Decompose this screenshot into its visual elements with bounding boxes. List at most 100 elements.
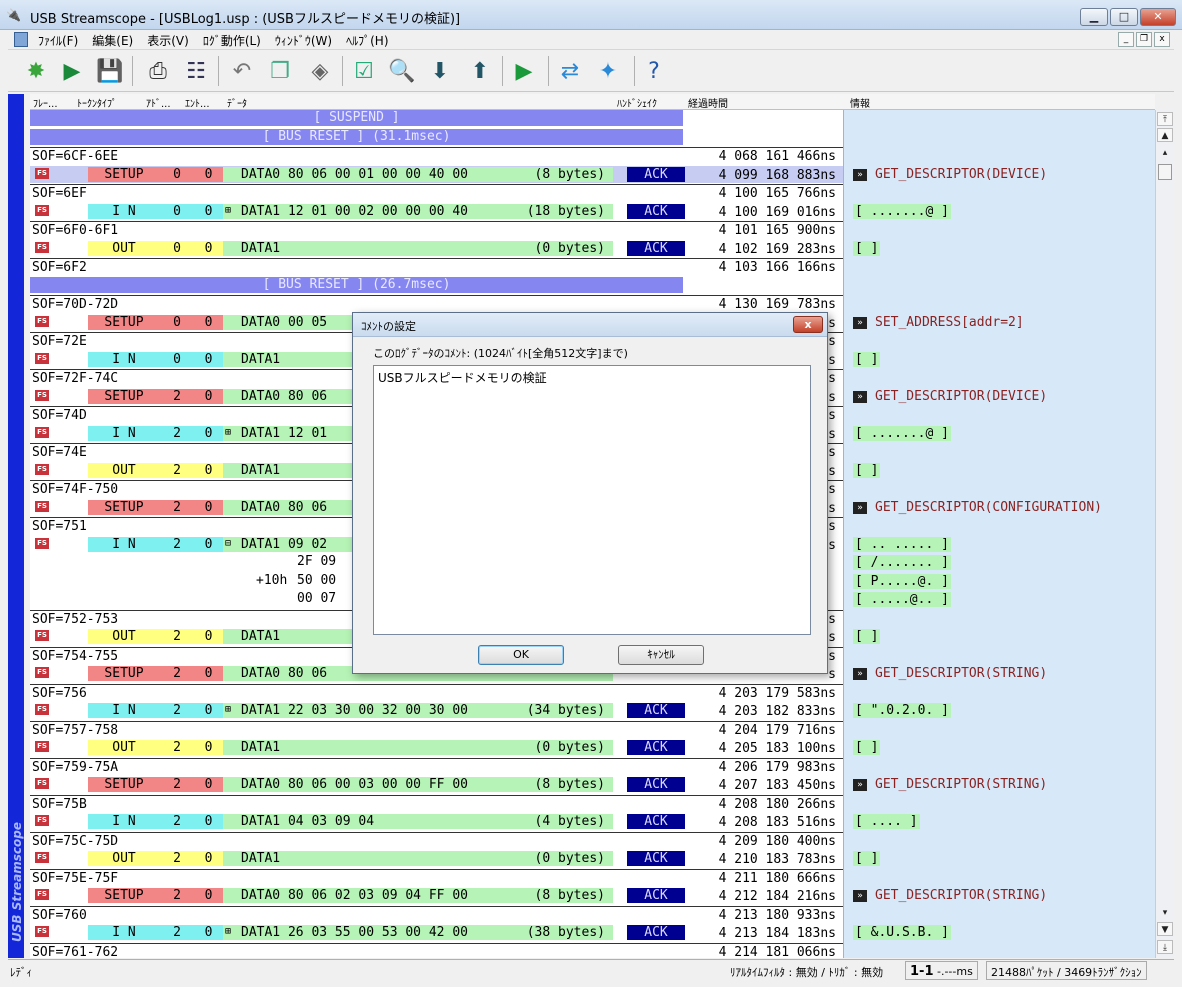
sof-row[interactable]: SOF=759-75A 4 206 179 983ns: [30, 758, 843, 776]
comment-textarea[interactable]: [373, 365, 811, 635]
help-icon[interactable]: ?: [638, 55, 670, 87]
request-info[interactable]: » SET_ADDRESS[addr=2]: [853, 315, 1024, 331]
column-data[interactable]: ﾃﾞｰﾀ: [227, 95, 247, 110]
sof-row[interactable]: SOF=761-762 4 214 181 066ns: [30, 943, 843, 958]
jump-arrow-icon[interactable]: »: [853, 502, 867, 514]
column-elapsed[interactable]: 経過時間: [688, 95, 728, 110]
sof-row[interactable]: SOF=756 4 203 179 583ns: [30, 684, 843, 702]
menu-view[interactable]: 表示(V): [147, 32, 189, 49]
print-icon[interactable]: ⎙: [142, 55, 174, 87]
search-up-icon[interactable]: ⬆: [464, 55, 496, 87]
data-info[interactable]: [ .....@.. ]: [853, 592, 951, 608]
transaction-row[interactable]: FS SETUP 2 0 DATA0 80 06 02 03 09 04 FF 00 (8…: [30, 887, 1155, 905]
scroll-thumb[interactable]: [1158, 164, 1172, 180]
transaction-row[interactable]: FS I N 0 0 ⊞ DATA1 12 01 00 02 00 00 00 40 (18…: [30, 203, 1155, 221]
data-info[interactable]: [ ]: [853, 463, 881, 479]
sof-row[interactable]: SOF=6F0-6F1 4 101 165 900ns: [30, 221, 843, 239]
data-info[interactable]: [ .......@ ]: [853, 426, 951, 442]
data-info[interactable]: [ ]: [853, 629, 881, 645]
column-endpoint[interactable]: ｴﾝﾄ...: [185, 95, 210, 110]
jump-arrow-icon[interactable]: »: [853, 169, 867, 181]
menu-file[interactable]: ﾌｧｲﾙ(F): [38, 32, 78, 49]
ok-button[interactable]: OK: [478, 645, 564, 665]
maximize-button[interactable]: □: [1110, 8, 1138, 26]
search-icon[interactable]: 🔍: [386, 55, 418, 87]
dialog-close-button[interactable]: x: [793, 316, 823, 333]
jump-arrow-icon[interactable]: »: [853, 668, 867, 680]
expand-icon[interactable]: ⊞: [225, 705, 231, 715]
search-down-icon[interactable]: ⬇: [424, 55, 456, 87]
jump-arrow-icon[interactable]: »: [853, 391, 867, 403]
sof-row[interactable]: SOF=760 4 213 180 933ns: [30, 906, 843, 924]
data-info[interactable]: [ ]: [853, 241, 881, 257]
data-info[interactable]: [ /....... ]: [853, 555, 951, 571]
cancel-button[interactable]: ｷｬﾝｾﾙ: [618, 645, 704, 665]
expand-icon[interactable]: ⊟: [225, 539, 231, 549]
vertical-scrollbar[interactable]: ⤒ ▲ ▴ ▾ ▼ ⤓: [1155, 110, 1173, 958]
menu-edit[interactable]: 編集(E): [92, 32, 133, 49]
transaction-row[interactable]: FS I N 2 0 ⊞ DATA1 22 03 30 00 32 00 30 00 (34…: [30, 702, 1155, 720]
menu-help[interactable]: ﾍﾙﾌﾟ(H): [346, 32, 388, 49]
new-log-icon[interactable]: ✸: [20, 55, 52, 87]
data-info[interactable]: [ .. ..... ]: [853, 537, 951, 553]
eraser-icon[interactable]: ◈: [304, 55, 336, 87]
transaction-row[interactable]: FS I N 2 0 DATA1 04 03 09 04 (4 bytes) ACK 4 20…: [30, 813, 1155, 831]
expand-icon[interactable]: ⊞: [225, 206, 231, 216]
data-info[interactable]: [ &.U.S.B. ]: [853, 925, 951, 941]
close-button[interactable]: ✕: [1140, 8, 1176, 26]
copy-icon[interactable]: ❐: [264, 55, 296, 87]
mdi-close-icon[interactable]: x: [1154, 32, 1170, 47]
column-handshake[interactable]: ﾊﾝﾄﾞｼｪｲｸ: [617, 95, 657, 110]
expand-icon[interactable]: ⊞: [225, 428, 231, 438]
request-info[interactable]: » GET_DESCRIPTOR(CONFIGURATION): [853, 500, 1102, 516]
menu-log-action[interactable]: ﾛｸﾞ動作(L): [203, 32, 261, 49]
scroll-page-up-icon[interactable]: ▲: [1157, 128, 1173, 142]
request-info[interactable]: » GET_DESCRIPTOR(STRING): [853, 888, 1047, 904]
data-info[interactable]: [ ]: [853, 740, 881, 756]
transaction-row[interactable]: FS SETUP 2 0 DATA0 80 06 00 03 00 00 FF 00 (8…: [30, 776, 1155, 794]
sof-row[interactable]: SOF=6CF-6EE 4 068 161 466ns: [30, 147, 843, 165]
mdi-minimize-icon[interactable]: _: [1118, 32, 1134, 47]
bus-event-row[interactable]: [ SUSPEND ]: [30, 110, 1155, 128]
run-icon[interactable]: ▶: [508, 55, 540, 87]
scroll-bottom-icon[interactable]: ⤓: [1157, 940, 1173, 954]
data-info[interactable]: [ ]: [853, 851, 881, 867]
transaction-row[interactable]: FS OUT 2 0 DATA1 (0 bytes) ACK 4 205 183 100ns […: [30, 739, 1155, 757]
data-info[interactable]: [ ".0.2.0. ]: [853, 703, 951, 719]
column-info[interactable]: 情報: [850, 95, 870, 110]
scroll-down-icon[interactable]: ▾: [1157, 906, 1173, 920]
data-info[interactable]: [ P.....@. ]: [853, 574, 951, 590]
jump-arrow-icon[interactable]: »: [853, 890, 867, 902]
transaction-row[interactable]: FS1SETUP00DATA0 80 06 00 01 00 00 40 00(…: [30, 166, 1155, 184]
sof-row[interactable]: SOF=75C-75D 4 209 180 400ns: [30, 832, 843, 850]
sof-row[interactable]: SOF=70D-72D 4 130 169 783ns: [30, 295, 843, 313]
transaction-row[interactable]: FS I N 2 0 ⊞ DATA1 26 03 55 00 53 00 42 00 (38…: [30, 924, 1155, 942]
bus-event-row[interactable]: [ BUS RESET ] (26.7msec): [30, 277, 1155, 295]
sof-row[interactable]: SOF=757-758 4 204 179 716ns: [30, 721, 843, 739]
print-preview-icon[interactable]: ☷: [180, 55, 212, 87]
minimize-button[interactable]: ▁: [1080, 8, 1108, 26]
scroll-page-down-icon[interactable]: ▼: [1157, 922, 1173, 936]
document-icon[interactable]: [14, 32, 28, 47]
transaction-row[interactable]: FS OUT 2 0 DATA1 (0 bytes) ACK 4 210 183 783ns […: [30, 850, 1155, 868]
open-icon[interactable]: ▶: [56, 55, 88, 87]
sof-row[interactable]: SOF=75E-75F 4 211 180 666ns: [30, 869, 843, 887]
undo-icon[interactable]: ↶: [226, 55, 258, 87]
expand-icon[interactable]: ⊞: [225, 927, 231, 937]
column-address[interactable]: ｱﾄﾞ...: [146, 95, 171, 110]
trigger-icon[interactable]: ⇄: [554, 55, 586, 87]
bus-event-row[interactable]: [ BUS RESET ] (31.1msec): [30, 129, 1155, 147]
sof-row[interactable]: SOF=75B 4 208 180 266ns: [30, 795, 843, 813]
transaction-row[interactable]: FS OUT 0 0 DATA1 (0 bytes) ACK 4 102 169 283ns[…: [30, 240, 1155, 258]
jump-arrow-icon[interactable]: »: [853, 317, 867, 329]
sof-row[interactable]: SOF=6F2 4 103 166 166ns: [30, 258, 843, 276]
data-info[interactable]: [ .......@ ]: [853, 204, 951, 220]
mdi-restore-icon[interactable]: ❐: [1136, 32, 1152, 47]
request-info[interactable]: » GET_DESCRIPTOR(STRING): [853, 666, 1047, 682]
menu-window[interactable]: ｳｨﾝﾄﾞｳ(W): [275, 32, 332, 49]
jump-arrow-icon[interactable]: »: [853, 779, 867, 791]
request-info[interactable]: » GET_DESCRIPTOR(DEVICE): [853, 167, 1047, 183]
chart-icon[interactable]: ☑: [348, 55, 380, 87]
data-info[interactable]: [ ]: [853, 352, 881, 368]
save-icon[interactable]: 💾: [94, 55, 126, 87]
